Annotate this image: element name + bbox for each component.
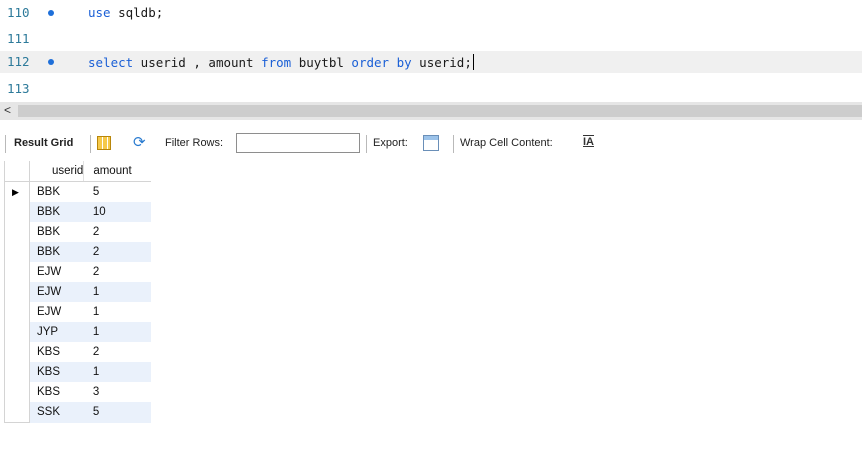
table-row[interactable]: KBS 1: [4, 362, 151, 382]
table-row[interactable]: SSK 5: [4, 402, 151, 423]
code-line-112[interactable]: 112 select userid , amount from buytbl o…: [0, 51, 862, 73]
code-line-110[interactable]: 110 use sqldb;: [0, 2, 862, 24]
result-grid[interactable]: userid amount ▶ BBK 5 BBK 10 BBK 2 BBK 2…: [4, 161, 151, 423]
code-line-111[interactable]: 111: [0, 28, 862, 50]
horizontal-scrollbar[interactable]: <: [0, 102, 862, 120]
row-selector[interactable]: [4, 322, 30, 342]
toolbar-divider: [5, 135, 6, 153]
toolbar-divider: [90, 135, 91, 153]
statement-dot-icon[interactable]: [48, 59, 54, 65]
toolbar-divider: [453, 135, 454, 153]
row-selector[interactable]: [4, 362, 30, 382]
cell-amount[interactable]: 2: [83, 242, 151, 262]
cell-amount[interactable]: 2: [84, 342, 151, 362]
toolbar-divider: [366, 135, 367, 153]
cell-userid[interactable]: KBS: [30, 382, 84, 402]
table-row[interactable]: EJW 2: [4, 262, 151, 282]
export-icon[interactable]: [423, 135, 439, 151]
code-text[interactable]: select userid , amount from buytbl order…: [88, 54, 474, 70]
result-toolbar: Result Grid ⟳ Filter Rows: Export: Wrap …: [0, 132, 862, 156]
line-number: 111: [7, 31, 30, 46]
cell-amount[interactable]: 3: [84, 382, 151, 402]
cell-amount[interactable]: 1: [84, 302, 151, 322]
row-selector[interactable]: [4, 302, 30, 322]
grid-header-row: userid amount: [4, 161, 151, 182]
cell-userid[interactable]: SSK: [29, 402, 84, 423]
line-number: 112: [7, 54, 30, 69]
line-number: 110: [7, 5, 30, 20]
refresh-icon[interactable]: ⟳: [133, 133, 146, 151]
cell-userid[interactable]: KBS: [29, 362, 84, 382]
cell-amount[interactable]: 2: [84, 262, 151, 282]
table-row[interactable]: JYP 1: [4, 322, 151, 342]
cell-amount[interactable]: 1: [83, 322, 151, 342]
result-grid-tab[interactable]: Result Grid: [14, 137, 73, 149]
table-row[interactable]: BBK 10: [4, 202, 151, 222]
statement-dot-icon[interactable]: [48, 10, 54, 16]
grid-view-icon[interactable]: [97, 136, 111, 150]
text-caret: [472, 54, 474, 70]
cell-amount[interactable]: 5: [84, 182, 151, 203]
wrap-cell-content-icon[interactable]: IA: [583, 136, 594, 148]
row-selector[interactable]: [4, 202, 30, 222]
scroll-left-icon[interactable]: <: [4, 103, 11, 117]
filter-rows-input[interactable]: [236, 133, 360, 153]
current-row-arrow-icon: ▶: [12, 187, 19, 197]
row-selector[interactable]: [4, 342, 30, 362]
export-label: Export:: [373, 137, 408, 149]
cell-amount[interactable]: 1: [83, 362, 151, 382]
cell-userid[interactable]: KBS: [30, 342, 84, 362]
cell-amount[interactable]: 1: [83, 282, 151, 302]
cell-userid[interactable]: EJW: [29, 282, 84, 302]
column-header-amount[interactable]: amount: [83, 161, 151, 182]
cell-userid[interactable]: JYP: [29, 322, 84, 342]
line-number: 113: [7, 81, 30, 96]
row-selector[interactable]: [4, 262, 30, 282]
table-row[interactable]: BBK 2: [4, 222, 151, 242]
table-row[interactable]: EJW 1: [4, 282, 151, 302]
cell-userid[interactable]: EJW: [30, 262, 84, 282]
column-header-userid[interactable]: userid: [29, 161, 85, 182]
table-row[interactable]: KBS 3: [4, 382, 151, 402]
cell-userid[interactable]: BBK: [30, 222, 84, 242]
row-selector[interactable]: [4, 242, 30, 262]
table-row[interactable]: EJW 1: [4, 302, 151, 322]
cell-userid[interactable]: BBK: [29, 202, 84, 222]
row-selector[interactable]: [4, 402, 30, 423]
row-selector[interactable]: [4, 382, 30, 402]
cell-userid[interactable]: EJW: [30, 302, 84, 322]
row-selector[interactable]: [4, 282, 30, 302]
wrap-cell-content-label: Wrap Cell Content:: [460, 137, 553, 149]
cell-userid[interactable]: BBK: [29, 242, 84, 262]
cell-userid[interactable]: BBK: [30, 182, 84, 203]
filter-rows-label: Filter Rows:: [165, 137, 224, 149]
scrollbar-thumb[interactable]: [18, 105, 862, 117]
cell-amount[interactable]: 5: [83, 402, 151, 423]
cell-amount[interactable]: 10: [83, 202, 151, 222]
table-row[interactable]: ▶ BBK 5: [4, 181, 151, 203]
cell-amount[interactable]: 2: [84, 222, 151, 242]
sql-editor[interactable]: 110 use sqldb; 111 112 select userid , a…: [0, 0, 862, 100]
row-selector[interactable]: ▶: [4, 181, 30, 202]
code-line-113[interactable]: 113: [0, 78, 862, 100]
keyword-use: use: [88, 5, 111, 20]
row-selector-header[interactable]: [4, 161, 30, 182]
table-row[interactable]: KBS 2: [4, 342, 151, 362]
code-text[interactable]: use sqldb;: [88, 5, 163, 20]
table-row[interactable]: BBK 2: [4, 242, 151, 262]
row-selector[interactable]: [4, 222, 30, 242]
